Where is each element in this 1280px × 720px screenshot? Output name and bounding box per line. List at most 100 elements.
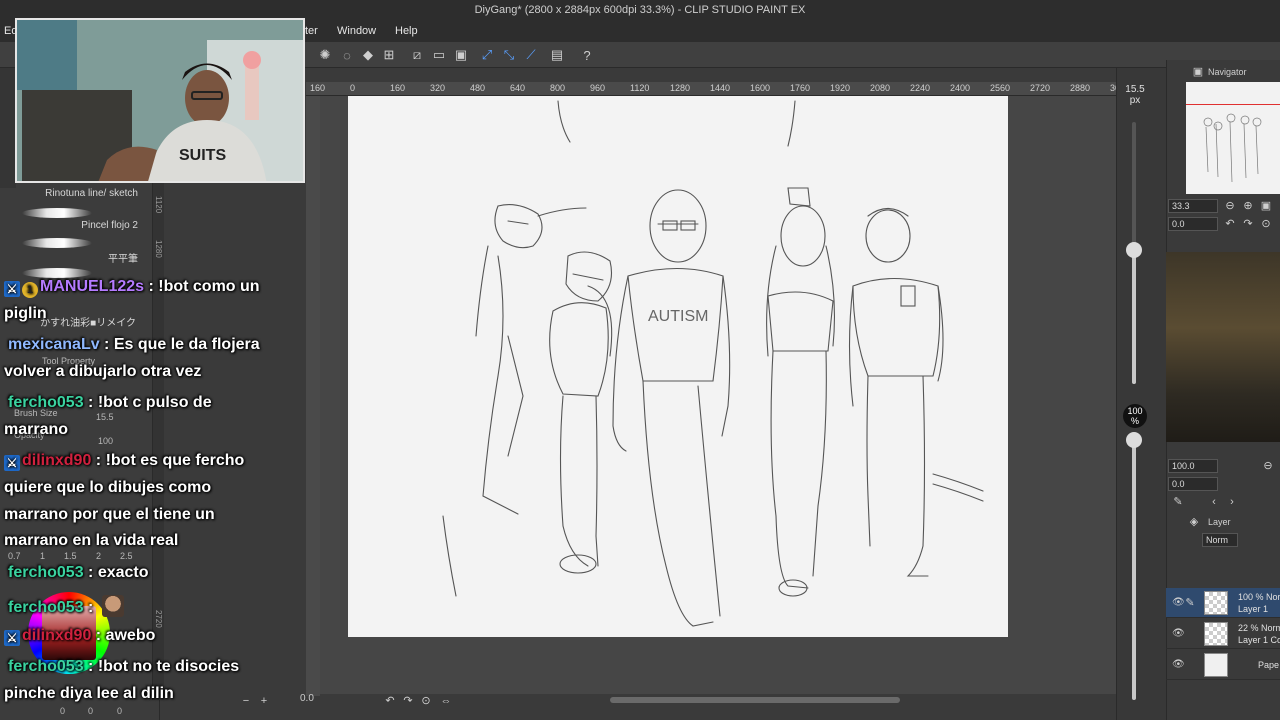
reset-rotation-icon[interactable]: ⊙ bbox=[420, 695, 432, 707]
chat-message-cont: marrano en la vida real bbox=[4, 532, 179, 549]
layer-item[interactable]: 👁 22 % Norm Layer 1 Co bbox=[1166, 619, 1280, 649]
zoom-out-icon[interactable]: ⊖ bbox=[1262, 460, 1274, 472]
brush-name: かすれ油彩■リメイク bbox=[40, 318, 136, 329]
lasso-icon[interactable]: ◌ bbox=[338, 46, 356, 64]
help-icon[interactable]: ? bbox=[578, 46, 596, 64]
stroke-curve-icon[interactable]: ⤡ bbox=[500, 46, 518, 64]
rotate-left-icon[interactable]: ↶ bbox=[384, 695, 396, 707]
layer-thumbnail bbox=[1204, 591, 1228, 615]
chat-message-cont: quiere que lo dibujes como bbox=[4, 479, 212, 496]
chat-message-cont: marrano bbox=[4, 421, 69, 438]
ruler-label: 480 bbox=[470, 83, 486, 93]
layer-thumbnail bbox=[1204, 622, 1228, 646]
ruler-label: 2880 bbox=[1070, 83, 1091, 93]
color-value-b[interactable]: 0 bbox=[117, 706, 122, 716]
navigator-zoom-field[interactable]: 33.3 bbox=[1168, 199, 1218, 213]
select-clear-icon[interactable]: ▭ bbox=[430, 46, 448, 64]
ruler-label: 2560 bbox=[990, 83, 1011, 93]
reset-rotation-icon[interactable]: ⊙ bbox=[1260, 218, 1272, 230]
fill-icon[interactable]: ◆ bbox=[359, 46, 377, 64]
rotate-right-icon[interactable]: ↷ bbox=[1242, 218, 1254, 230]
chat-message-cont: pinche diya lee al dilin bbox=[4, 685, 174, 702]
chat-message: ⚔ 1 MANUEL122s : !bot como un bbox=[4, 278, 260, 298]
vertical-ruler bbox=[306, 96, 320, 696]
ruler-tick: 1120 bbox=[154, 196, 163, 214]
scrollbar-thumb[interactable] bbox=[610, 697, 900, 703]
next-icon[interactable]: › bbox=[1226, 496, 1238, 508]
scale-value: 2 bbox=[96, 551, 102, 561]
brush-item[interactable]: 平平筆 bbox=[0, 232, 150, 265]
clipboard-icon[interactable]: ▤ bbox=[548, 46, 566, 64]
zoom-in-icon[interactable]: + bbox=[258, 695, 270, 707]
gold-badge-icon: 1 bbox=[22, 282, 38, 298]
subview-rotate-field[interactable]: 0.0 bbox=[1168, 477, 1218, 491]
eye-icon[interactable]: 👁 bbox=[1172, 659, 1185, 670]
chat-text: : !bot no te disocies bbox=[83, 658, 240, 675]
opacity-readout: 100 % bbox=[1123, 404, 1147, 428]
svg-text:SUITS: SUITS bbox=[179, 147, 226, 164]
flip-icon[interactable]: ⇔ bbox=[440, 695, 452, 707]
menu-filter[interactable]: ter bbox=[305, 25, 318, 37]
drawing-canvas[interactable]: AUTISM bbox=[348, 96, 1008, 637]
zoom-out-icon[interactable]: − bbox=[240, 695, 252, 707]
brush-name: Pincel flojo 2 bbox=[81, 220, 138, 231]
fit-icon[interactable]: ▣ bbox=[1260, 200, 1272, 212]
chat-text: : Es que le da flojera bbox=[99, 336, 260, 353]
brush-stroke-preview bbox=[22, 238, 92, 248]
eye-icon[interactable]: 👁 bbox=[1172, 628, 1185, 639]
layer-tab[interactable]: Layer bbox=[1208, 517, 1231, 527]
brush-size-knob[interactable] bbox=[1126, 242, 1142, 258]
zoom-in-icon[interactable]: ⊕ bbox=[1242, 200, 1254, 212]
layer-icon: ◈ bbox=[1189, 516, 1199, 528]
color-value-g[interactable]: 0 bbox=[88, 706, 93, 716]
stroke-line-icon[interactable]: ⟋ bbox=[522, 46, 540, 64]
prev-icon[interactable]: ‹ bbox=[1208, 496, 1220, 508]
rotate-right-icon[interactable]: ↷ bbox=[402, 695, 414, 707]
crop-icon[interactable]: ⧄ bbox=[408, 46, 426, 64]
chat-username: fercho053 bbox=[8, 564, 84, 581]
size-number: 15.5 bbox=[1125, 84, 1145, 95]
brush-size-value[interactable]: 15.5 bbox=[96, 412, 114, 422]
eyedropper-icon[interactable]: ✎ bbox=[1172, 496, 1184, 508]
loading-icon[interactable]: ✺ bbox=[316, 46, 334, 64]
opacity-number: 100 bbox=[1127, 406, 1143, 416]
menu-help[interactable]: Help bbox=[395, 25, 418, 37]
chat-message-cont: marrano por que el tiene un bbox=[4, 506, 215, 523]
stroke-smooth-icon[interactable]: ⤢ bbox=[478, 46, 496, 64]
color-value-r[interactable]: 0 bbox=[60, 706, 65, 716]
ruler-tick: 1280 bbox=[154, 240, 163, 258]
webcam-image: SUITS bbox=[17, 20, 303, 181]
shirt-text: AUTISM bbox=[648, 308, 708, 325]
brush-item[interactable]: Pincel flojo 2 bbox=[0, 202, 150, 232]
menu-window[interactable]: Window bbox=[337, 25, 376, 37]
rotate-left-icon[interactable]: ↶ bbox=[1224, 218, 1236, 230]
chat-username: dilinxd90 bbox=[22, 452, 92, 469]
brush-size-readout: 15.5 px bbox=[1122, 84, 1148, 106]
scale-value: 1.5 bbox=[64, 551, 77, 561]
ruler-label: 2080 bbox=[870, 83, 891, 93]
chat-message: fercho053 : bbox=[4, 595, 124, 617]
zoom-out-icon[interactable]: ⊖ bbox=[1224, 200, 1236, 212]
opacity-track[interactable] bbox=[1132, 440, 1136, 700]
ruler-label: 1280 bbox=[670, 83, 691, 93]
select-invert-icon[interactable]: ▣ bbox=[452, 46, 470, 64]
ruler-label: 1600 bbox=[750, 83, 771, 93]
zoom-readout[interactable]: 0.0 bbox=[300, 693, 314, 704]
layer-item[interactable]: 👁 Pape bbox=[1166, 650, 1280, 680]
ruler-label: 160 bbox=[310, 83, 326, 93]
blend-mode-select[interactable]: Norm bbox=[1202, 533, 1238, 547]
navigator-rotate-field[interactable]: 0.0 bbox=[1168, 217, 1218, 231]
opacity-knob[interactable] bbox=[1126, 432, 1142, 448]
layer-name: Layer 1 bbox=[1238, 604, 1269, 614]
eye-icon[interactable]: 👁 bbox=[1172, 597, 1185, 608]
ruler-label: 2400 bbox=[950, 83, 971, 93]
ruler-label: 640 bbox=[510, 83, 526, 93]
sub-view-reference[interactable] bbox=[1166, 252, 1280, 442]
ruler-label: 1920 bbox=[830, 83, 851, 93]
navigator-preview[interactable] bbox=[1186, 82, 1280, 194]
layer-item[interactable]: 👁 ✎ 100 % Nor Layer 1 bbox=[1166, 588, 1280, 618]
navigator-tab[interactable]: Navigator bbox=[1208, 67, 1247, 77]
transform-icon[interactable]: ⊞ bbox=[380, 46, 398, 64]
opacity-value[interactable]: 100 bbox=[98, 436, 113, 446]
subview-zoom-field[interactable]: 100.0 bbox=[1168, 459, 1218, 473]
